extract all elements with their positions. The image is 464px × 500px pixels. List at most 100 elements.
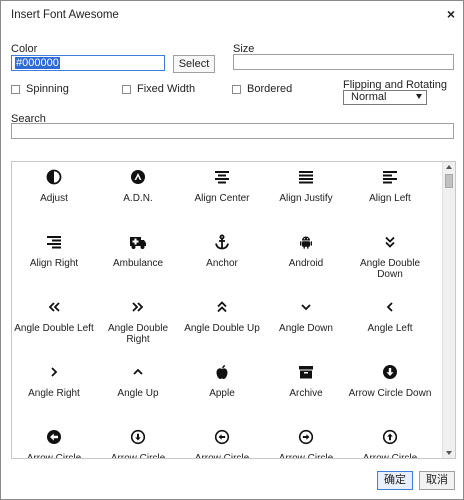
- icon-option-label: Align Right: [29, 258, 79, 269]
- archive-icon: [264, 364, 348, 380]
- icon-option[interactable]: Angle Double Down: [348, 227, 432, 287]
- adn-icon: [96, 169, 180, 185]
- icon-option[interactable]: Arrow Circle: [264, 422, 348, 459]
- close-icon[interactable]: ×: [447, 6, 455, 22]
- icon-option-label: Arrow Circle: [194, 453, 250, 459]
- icon-option[interactable]: Adjust: [12, 162, 96, 222]
- bordered-checkbox[interactable]: Bordered: [232, 83, 292, 95]
- ok-button[interactable]: 确定: [377, 471, 413, 490]
- icon-option-label: Angle Left: [367, 323, 413, 334]
- checkbox-box[interactable]: [122, 84, 131, 94]
- align-justify-icon: [264, 169, 348, 185]
- icon-option[interactable]: Align Justify: [264, 162, 348, 222]
- flip-select[interactable]: Normal: [343, 90, 427, 105]
- icon-option-label: Anchor: [206, 258, 238, 269]
- icon-option[interactable]: Angle Double Left: [12, 292, 96, 352]
- fixed-width-checkbox[interactable]: Fixed Width: [122, 83, 195, 95]
- icon-option[interactable]: Archive: [264, 357, 348, 417]
- android-icon: [264, 234, 348, 250]
- icon-option-label: Arrow Circle Down: [348, 388, 432, 399]
- icon-option-label: Align Center: [194, 193, 250, 204]
- icon-option[interactable]: Apple: [180, 357, 264, 417]
- icon-option-label: Align Left: [369, 193, 411, 204]
- angle-double-left-icon: [12, 299, 96, 315]
- icon-option-label: Angle Double Left: [14, 323, 94, 334]
- arrow-circle-o-down-icon: [96, 429, 180, 445]
- icon-option[interactable]: Arrow Circle: [12, 422, 96, 459]
- icon-option-label: Archive: [289, 388, 323, 399]
- angle-down-icon: [264, 299, 348, 315]
- icon-option-label: Arrow Circle: [110, 453, 166, 459]
- icon-grid-panel: Adjust A.D.N. Align Center Align Justify Ali…: [11, 161, 456, 459]
- checkbox-box[interactable]: [232, 84, 241, 94]
- icon-option[interactable]: Arrow Circle: [348, 422, 432, 459]
- icon-option-label: Angle Up: [117, 388, 159, 399]
- fixed-width-label: Fixed Width: [137, 83, 196, 95]
- arrow-circle-down-icon: [348, 364, 432, 380]
- align-center-icon: [180, 169, 264, 185]
- icon-option-label: Android: [288, 258, 324, 269]
- icon-option[interactable]: Align Center: [180, 162, 264, 222]
- bordered-label: Bordered: [247, 83, 293, 95]
- icon-option[interactable]: Angle Down: [264, 292, 348, 352]
- icon-option[interactable]: Angle Left: [348, 292, 432, 352]
- icon-option-label: Arrow Circle: [26, 453, 82, 459]
- checkbox-box[interactable]: [11, 84, 20, 94]
- color-input-value: #000000: [15, 57, 60, 69]
- dialog-titlebar: Insert Font Awesome ×: [1, 1, 463, 27]
- anchor-icon: [180, 234, 264, 250]
- angle-right-icon: [12, 364, 96, 380]
- icon-option-label: Angle Double Down: [359, 258, 421, 280]
- angle-double-down-icon: [348, 234, 432, 250]
- scroll-up-icon[interactable]: [446, 165, 452, 169]
- icon-option-label: Angle Down: [279, 323, 333, 334]
- angle-up-icon: [96, 364, 180, 380]
- ambulance-icon: [96, 234, 180, 250]
- scroll-down-icon[interactable]: [446, 451, 452, 455]
- arrow-circle-o-up-icon: [348, 429, 432, 445]
- angle-double-right-icon: [96, 299, 180, 315]
- apple-icon: [180, 364, 264, 380]
- icon-option[interactable]: Anchor: [180, 227, 264, 287]
- icon-option-label: Adjust: [40, 193, 68, 204]
- icon-option-label: Align Justify: [279, 193, 333, 204]
- icon-option[interactable]: Angle Double Up: [180, 292, 264, 352]
- icon-option[interactable]: Arrow Circle Down: [348, 357, 432, 417]
- icon-option[interactable]: Arrow Circle: [180, 422, 264, 459]
- icon-option-label: Angle Double Up: [184, 323, 260, 334]
- icon-option-label: A.D.N.: [123, 193, 153, 204]
- color-select-button[interactable]: Select: [173, 55, 215, 73]
- icon-option[interactable]: A.D.N.: [96, 162, 180, 222]
- color-input[interactable]: #000000: [11, 55, 165, 71]
- spinning-checkbox[interactable]: Spinning: [11, 83, 69, 95]
- icon-option[interactable]: Angle Double Right: [96, 292, 180, 352]
- size-input[interactable]: [233, 54, 454, 70]
- icon-option[interactable]: Align Right: [12, 227, 96, 287]
- icon-option[interactable]: Ambulance: [96, 227, 180, 287]
- icon-option[interactable]: Angle Right: [12, 357, 96, 417]
- dialog-title: Insert Font Awesome: [11, 9, 119, 21]
- adjust-icon: [12, 169, 96, 185]
- insert-font-awesome-dialog: Insert Font Awesome × Color #000000 Sele…: [0, 0, 464, 500]
- align-right-icon: [12, 234, 96, 250]
- spinning-label: Spinning: [26, 83, 69, 95]
- icon-option[interactable]: Android: [264, 227, 348, 287]
- icon-option[interactable]: Angle Up: [96, 357, 180, 417]
- icon-option-label: Angle Double Right: [107, 323, 169, 345]
- scrollbar-thumb[interactable]: [445, 174, 453, 188]
- search-input[interactable]: [11, 123, 454, 139]
- scrollbar[interactable]: [442, 162, 455, 458]
- arrow-circle-o-left-icon: [180, 429, 264, 445]
- chevron-down-icon: [416, 94, 422, 99]
- icon-option-label: Arrow Circle: [362, 453, 418, 459]
- icon-option[interactable]: Arrow Circle: [96, 422, 180, 459]
- angle-double-up-icon: [180, 299, 264, 315]
- angle-left-icon: [348, 299, 432, 315]
- arrow-circle-o-right-icon: [264, 429, 348, 445]
- icon-option-label: Angle Right: [28, 388, 80, 399]
- icon-option[interactable]: Align Left: [348, 162, 432, 222]
- cancel-button[interactable]: 取消: [419, 471, 455, 490]
- icon-option-label: Arrow Circle: [278, 453, 334, 459]
- flip-select-value: Normal: [351, 91, 387, 103]
- icon-option-label: Ambulance: [112, 258, 164, 269]
